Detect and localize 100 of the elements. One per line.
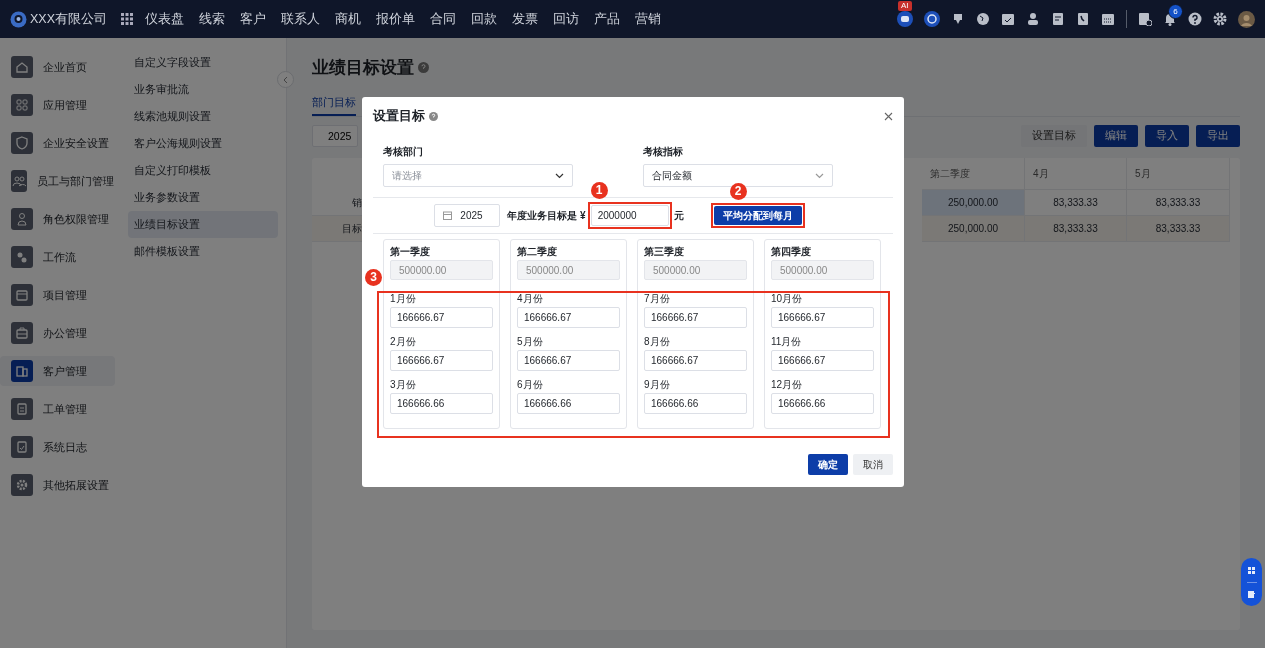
quarter-total-field: 500000.00 xyxy=(771,260,874,280)
month-input[interactable]: 166666.67 xyxy=(517,350,620,371)
sidebar-item[interactable]: 员工与部门管理 xyxy=(0,166,115,196)
month-input[interactable]: 166666.67 xyxy=(390,307,493,328)
apps-grid-icon[interactable] xyxy=(121,13,133,25)
toolbar-button[interactable]: 导出 xyxy=(1196,125,1240,147)
close-icon[interactable] xyxy=(884,111,893,121)
unit-label: 元 xyxy=(673,208,684,223)
month-input[interactable]: 166666.67 xyxy=(771,307,874,328)
nav-link[interactable]: 线索 xyxy=(199,10,225,28)
sidebar-item[interactable]: 企业首页 xyxy=(0,52,115,82)
sidebar-item[interactable]: 办公管理 xyxy=(0,318,115,348)
row-label: 目标 xyxy=(312,216,362,242)
sidebar-item[interactable]: 其他拓展设置 xyxy=(0,470,115,500)
calendar-icon[interactable] xyxy=(1101,12,1115,26)
month-label: 1月份 xyxy=(390,292,417,305)
month-input[interactable]: 166666.67 xyxy=(771,350,874,371)
dialog-title: 设置目标 xyxy=(373,107,425,125)
year-picker[interactable]: 2025 xyxy=(434,204,501,227)
grid-icon[interactable] xyxy=(1247,565,1256,575)
clipboard-icon xyxy=(14,401,30,417)
submenu-item[interactable]: 线索池规则设置 xyxy=(128,103,278,130)
sidebar-item[interactable]: 角色权限管理 xyxy=(0,204,115,234)
month-label: 5月份 xyxy=(517,335,544,348)
nav-link[interactable]: 发票 xyxy=(512,10,538,28)
quarter-label: 第一季度 xyxy=(390,245,431,259)
document-icon[interactable] xyxy=(1051,12,1065,26)
toolbar-button[interactable]: 编辑 xyxy=(1094,125,1138,147)
sidebar-item[interactable]: 工作流 xyxy=(0,242,115,272)
month-input[interactable]: 166666.67 xyxy=(517,307,620,328)
select-field[interactable]: 合同金额 xyxy=(643,164,833,187)
nav-link[interactable]: 回款 xyxy=(471,10,497,28)
confirm-button[interactable]: 确定 xyxy=(808,454,848,475)
tab[interactable]: 部门目标 xyxy=(312,92,356,116)
company-name: XXX有限公司 xyxy=(30,10,107,28)
field-label: 考核指标 xyxy=(643,145,684,159)
toolbar-button[interactable]: 导入 xyxy=(1145,125,1189,147)
help-icon xyxy=(429,111,438,121)
nav-link[interactable]: 仪表盘 xyxy=(145,10,184,28)
nav-link[interactable]: 联系人 xyxy=(281,10,320,28)
sidebar-item[interactable]: 企业安全设置 xyxy=(0,128,115,158)
nav-link[interactable]: 回访 xyxy=(553,10,579,28)
month-label: 10月份 xyxy=(771,292,804,305)
year-picker[interactable]: 2025 xyxy=(312,125,358,147)
chat-icon[interactable] xyxy=(924,11,940,27)
nav-link[interactable]: 合同 xyxy=(430,10,456,28)
nav-link[interactable]: 产品 xyxy=(594,10,620,28)
month-input[interactable]: 166666.67 xyxy=(644,350,747,371)
quarter-label: 第四季度 xyxy=(771,245,812,259)
nav-link[interactable]: 商机 xyxy=(335,10,361,28)
robot-icon[interactable] xyxy=(897,11,913,27)
month-input[interactable]: 166666.67 xyxy=(390,350,493,371)
column-header: 5月 xyxy=(1127,158,1230,190)
phone-icon[interactable] xyxy=(1076,12,1090,26)
person-icon[interactable] xyxy=(1026,12,1040,26)
quarter-total-field: 500000.00 xyxy=(644,260,747,280)
month-input[interactable]: 166666.66 xyxy=(644,393,747,414)
help-icon[interactable] xyxy=(1188,12,1202,26)
avatar-icon[interactable] xyxy=(1238,10,1255,28)
sidebar-item[interactable]: 应用管理 xyxy=(0,90,115,120)
nav-link[interactable]: 客户 xyxy=(240,10,266,28)
people-icon xyxy=(11,173,27,189)
submenu-item[interactable]: 邮件模板设置 xyxy=(128,238,278,265)
submenu-item[interactable]: 客户公海规则设置 xyxy=(128,130,278,157)
distribute-button[interactable]: 平均分配到每月 xyxy=(713,206,802,225)
toolbar-button[interactable]: 设置目标 xyxy=(1021,125,1087,147)
help-icon xyxy=(418,61,429,73)
sidebar-item[interactable]: 工单管理 xyxy=(0,394,115,424)
sidebar-item[interactable]: 项目管理 xyxy=(0,280,115,310)
cancel-button[interactable]: 取消 xyxy=(853,454,893,475)
month-label: 3月份 xyxy=(390,378,417,391)
submenu-item[interactable]: 业务审批流 xyxy=(128,76,278,103)
nav-link[interactable]: 营销 xyxy=(635,10,661,28)
month-input[interactable]: 166666.66 xyxy=(771,393,874,414)
submenu-item[interactable]: 自定义打印模板 xyxy=(128,157,278,184)
submenu-item[interactable]: 自定义字段设置 xyxy=(128,49,278,76)
submenu-item[interactable]: 业务参数设置 xyxy=(128,184,278,211)
month-label: 11月份 xyxy=(771,335,803,348)
page-title: 业绩目标设置 xyxy=(312,56,414,79)
sidebar-item[interactable]: 客户管理 xyxy=(0,356,115,386)
folder-icon xyxy=(14,287,30,303)
target-input[interactable]: 2000000 xyxy=(590,205,669,226)
edit-icon[interactable] xyxy=(1247,589,1256,599)
month-input[interactable]: 166666.66 xyxy=(517,393,620,414)
pin-icon[interactable] xyxy=(951,12,965,26)
table-cell: 83,333.33 xyxy=(1025,216,1127,242)
target-label: 年度业务目标是 ¥ xyxy=(507,208,586,223)
month-input[interactable]: 166666.67 xyxy=(644,307,747,328)
month-label: 9月份 xyxy=(644,378,671,391)
month-label: 6月份 xyxy=(517,378,544,391)
select-field[interactable]: 请选择 xyxy=(383,164,573,187)
schedule-icon[interactable] xyxy=(1138,12,1152,26)
submenu-item[interactable]: 业绩目标设置 xyxy=(128,211,278,238)
step-marker: 1 xyxy=(590,182,608,199)
step-marker: 2 xyxy=(729,183,747,200)
month-input[interactable]: 166666.66 xyxy=(390,393,493,414)
calendar-check-icon[interactable] xyxy=(1001,12,1015,26)
settings-icon[interactable] xyxy=(1213,12,1227,26)
sidebar-item[interactable]: 系统日志 xyxy=(0,432,115,462)
nav-link[interactable]: 报价单 xyxy=(376,10,415,28)
